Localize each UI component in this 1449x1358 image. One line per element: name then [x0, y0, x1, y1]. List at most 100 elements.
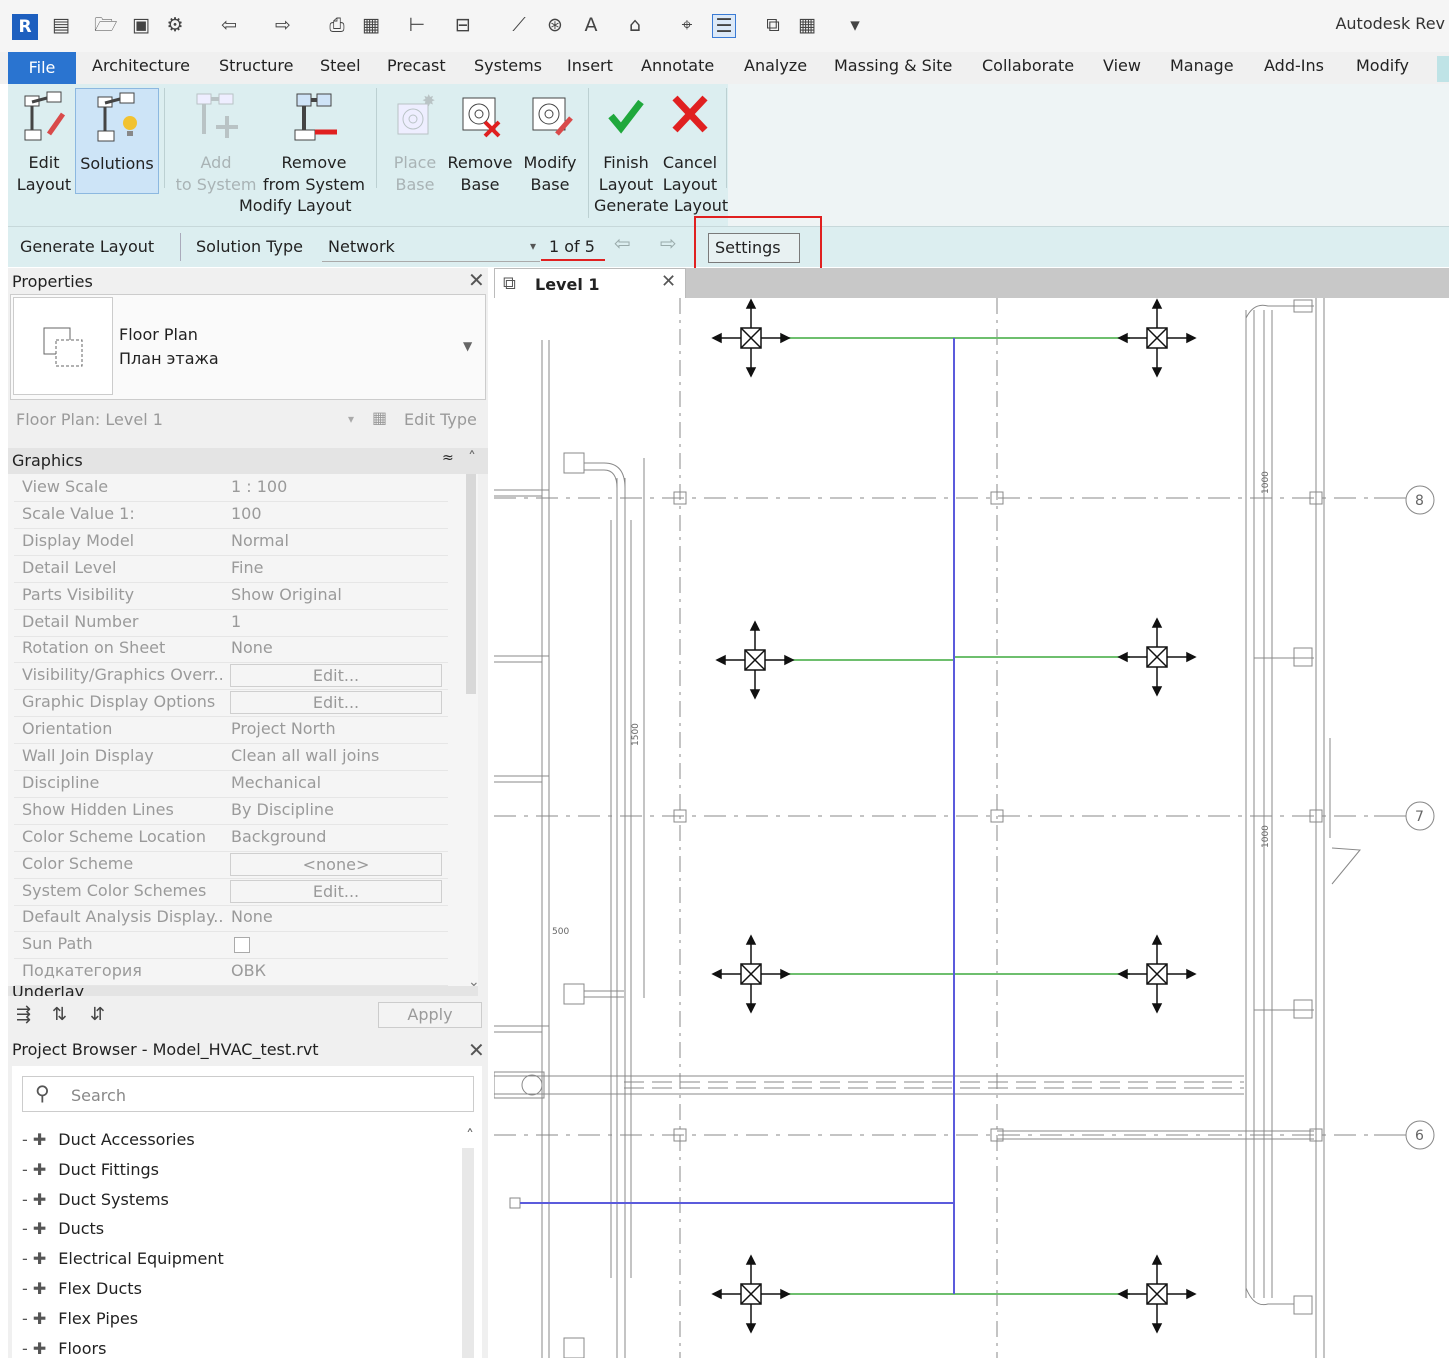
solution-type-select[interactable]: Network ▾ — [322, 233, 540, 262]
close-hidden-icon[interactable]: ⧉ — [762, 14, 784, 36]
property-row[interactable]: Graphic Display Options Edit... — [14, 689, 448, 718]
tab-modify[interactable]: Modify — [1356, 56, 1409, 75]
property-row[interactable]: Discipline Mechanical — [14, 770, 448, 798]
tab-precast[interactable]: Precast — [387, 56, 446, 75]
property-edit-button[interactable]: Edit... — [230, 664, 442, 688]
finish-layout-button[interactable]: Finish Layout — [594, 90, 658, 196]
tree-node[interactable]: ‐ ✚ Electrical Equipment — [22, 1249, 224, 1268]
pin-icon[interactable]: ⌖ — [676, 14, 698, 36]
tab-view[interactable]: View — [1103, 56, 1141, 75]
tab-analyze[interactable]: Analyze — [744, 56, 807, 75]
air-terminal-icon[interactable] — [1117, 934, 1197, 1014]
chevron-up-icon[interactable]: ˄ — [466, 1126, 474, 1145]
instance-selector[interactable]: Floor Plan: Level 1 ▾ — [14, 408, 364, 432]
property-edit-button[interactable]: <none> — [230, 852, 442, 876]
expand-icon[interactable]: ‐ ✚ — [22, 1130, 46, 1149]
tree-node[interactable]: ‐ ✚ Duct Systems — [22, 1190, 169, 1209]
property-row[interactable]: Wall Join Display Clean all wall joins — [14, 743, 448, 771]
air-terminal-icon[interactable] — [711, 934, 791, 1014]
tab-insert[interactable]: Insert — [567, 56, 613, 75]
property-row[interactable]: Color Scheme Location Background — [14, 824, 448, 852]
add-to-system-button[interactable]: Add to System — [174, 90, 258, 196]
tab-annotate[interactable]: Annotate — [641, 56, 714, 75]
properties-help-icon[interactable]: ⇶ — [16, 1004, 31, 1025]
edit-type-button[interactable]: ▦ Edit Type — [372, 408, 482, 432]
previous-solution-icon[interactable]: ⇦ — [614, 231, 631, 255]
search-input[interactable]: ⚲ Search — [22, 1076, 474, 1112]
view-tab-level-1[interactable]: ⧉ Level 1 ✕ — [494, 268, 686, 299]
expand-icon[interactable]: ‐ ✚ — [22, 1249, 46, 1268]
solutions-button[interactable]: Solutions — [75, 88, 159, 194]
tab-manage[interactable]: Manage — [1170, 56, 1234, 75]
tab-file[interactable]: File — [8, 52, 76, 84]
dimension-icon[interactable]: ⊟ — [452, 14, 474, 36]
property-row[interactable]: Detail Number 1 — [14, 609, 448, 637]
thin-lines-icon[interactable]: ☰ — [712, 14, 736, 38]
tab-steel[interactable]: Steel — [320, 56, 361, 75]
tree-node[interactable]: ‐ ✚ Duct Fittings — [22, 1160, 159, 1179]
browser-scrollbar[interactable] — [462, 1148, 474, 1358]
save-icon[interactable]: ▣ — [130, 14, 152, 36]
group-header-underlay[interactable]: Underlay ˄ — [8, 986, 478, 996]
air-terminal-icon[interactable] — [1117, 298, 1197, 378]
spot-icon[interactable]: ⟋ — [508, 14, 530, 36]
redo-icon[interactable]: ⇨ — [272, 14, 294, 36]
expand-icon[interactable]: ‐ ✚ — [22, 1160, 46, 1179]
tab-add-ins[interactable]: Add-Ins — [1264, 56, 1324, 75]
remove-base-button[interactable]: Remove Base — [446, 90, 514, 196]
switch-windows-icon[interactable]: ▦ — [796, 14, 818, 36]
property-row[interactable]: Color Scheme <none> — [14, 851, 448, 879]
property-row[interactable]: View Scale 1 : 100 — [14, 474, 448, 502]
group-header-graphics[interactable]: Graphics ≈ ˄ — [8, 448, 488, 474]
expand-icon[interactable]: ‐ ✚ — [22, 1339, 46, 1358]
modify-base-button[interactable]: Modify Base — [516, 90, 584, 196]
tab-massing-site[interactable]: Massing & Site — [834, 56, 952, 75]
expand-icon[interactable]: ‐ ✚ — [22, 1309, 46, 1328]
place-base-button[interactable]: ✸ Place Base — [388, 90, 442, 196]
open-icon[interactable]: 🗁 — [94, 14, 118, 36]
tab-collaborate[interactable]: Collaborate — [982, 56, 1074, 75]
edit-layout-button[interactable]: Edit Layout — [12, 90, 76, 196]
sync-icon[interactable]: ⚙ — [164, 14, 186, 36]
property-row[interactable]: System Color Schemes Edit... — [14, 878, 448, 906]
air-terminal-icon[interactable] — [1117, 617, 1197, 697]
customize-icon[interactable]: ▾ — [844, 14, 866, 36]
sheet-icon[interactable]: ▦ — [360, 14, 382, 36]
close-icon[interactable]: ✕ — [468, 1038, 485, 1062]
property-row[interactable]: Parts Visibility Show Original — [14, 582, 448, 610]
tree-node[interactable]: ‐ ✚ Floors — [22, 1339, 106, 1358]
measure-icon[interactable]: ⊢ — [406, 14, 428, 36]
expand-icon[interactable]: ‐ ✚ — [22, 1190, 46, 1209]
air-terminal-icon[interactable] — [711, 298, 791, 378]
apply-button[interactable]: Apply — [378, 1002, 482, 1028]
app-menu-icon[interactable]: ▤ — [50, 14, 72, 36]
property-row[interactable]: Display Model Normal — [14, 528, 448, 556]
properties-scrollbar[interactable] — [466, 474, 476, 694]
expand-icon[interactable]: ‐ ✚ — [22, 1279, 46, 1298]
property-row[interactable]: Rotation on Sheet None — [14, 635, 448, 664]
air-terminal-icon[interactable] — [711, 1254, 791, 1334]
sort-ascending-icon[interactable]: ⇅ — [52, 1004, 67, 1025]
text-icon[interactable]: A — [580, 14, 602, 36]
close-icon[interactable]: ✕ — [468, 268, 485, 292]
sun-path-checkbox[interactable] — [234, 937, 250, 954]
tree-node[interactable]: ‐ ✚ Flex Ducts — [22, 1279, 142, 1298]
property-row[interactable]: Show Hidden Lines By Discipline — [14, 797, 448, 825]
property-row[interactable]: Default Analysis Display... None — [14, 904, 448, 933]
tree-node[interactable]: ‐ ✚ Ducts — [22, 1219, 104, 1238]
air-terminal-icon[interactable] — [1117, 1254, 1197, 1334]
property-row[interactable]: Подкатегория ОВК — [14, 958, 448, 987]
tag-icon[interactable]: ⊛ — [544, 14, 566, 36]
revit-logo[interactable]: R — [12, 14, 38, 40]
property-edit-button[interactable]: Edit... — [230, 691, 442, 715]
tab-architecture[interactable]: Architecture — [92, 56, 190, 75]
property-edit-button[interactable]: Edit... — [230, 879, 442, 903]
remove-from-system-button[interactable]: Remove from System — [262, 90, 366, 196]
tree-node[interactable]: ‐ ✚ Duct Accessories — [22, 1130, 195, 1149]
next-solution-icon[interactable]: ⇨ — [660, 231, 677, 255]
property-row[interactable]: Orientation Project North — [14, 716, 448, 745]
drawing-canvas[interactable]: 8 7 6 1000 1000 1500 500 — [494, 298, 1449, 1358]
type-selector[interactable]: Floor Plan План этажа ▼ — [10, 294, 486, 400]
sort-descending-icon[interactable]: ⇵ — [90, 1004, 105, 1025]
cancel-layout-button[interactable]: Cancel Layout — [658, 90, 722, 196]
